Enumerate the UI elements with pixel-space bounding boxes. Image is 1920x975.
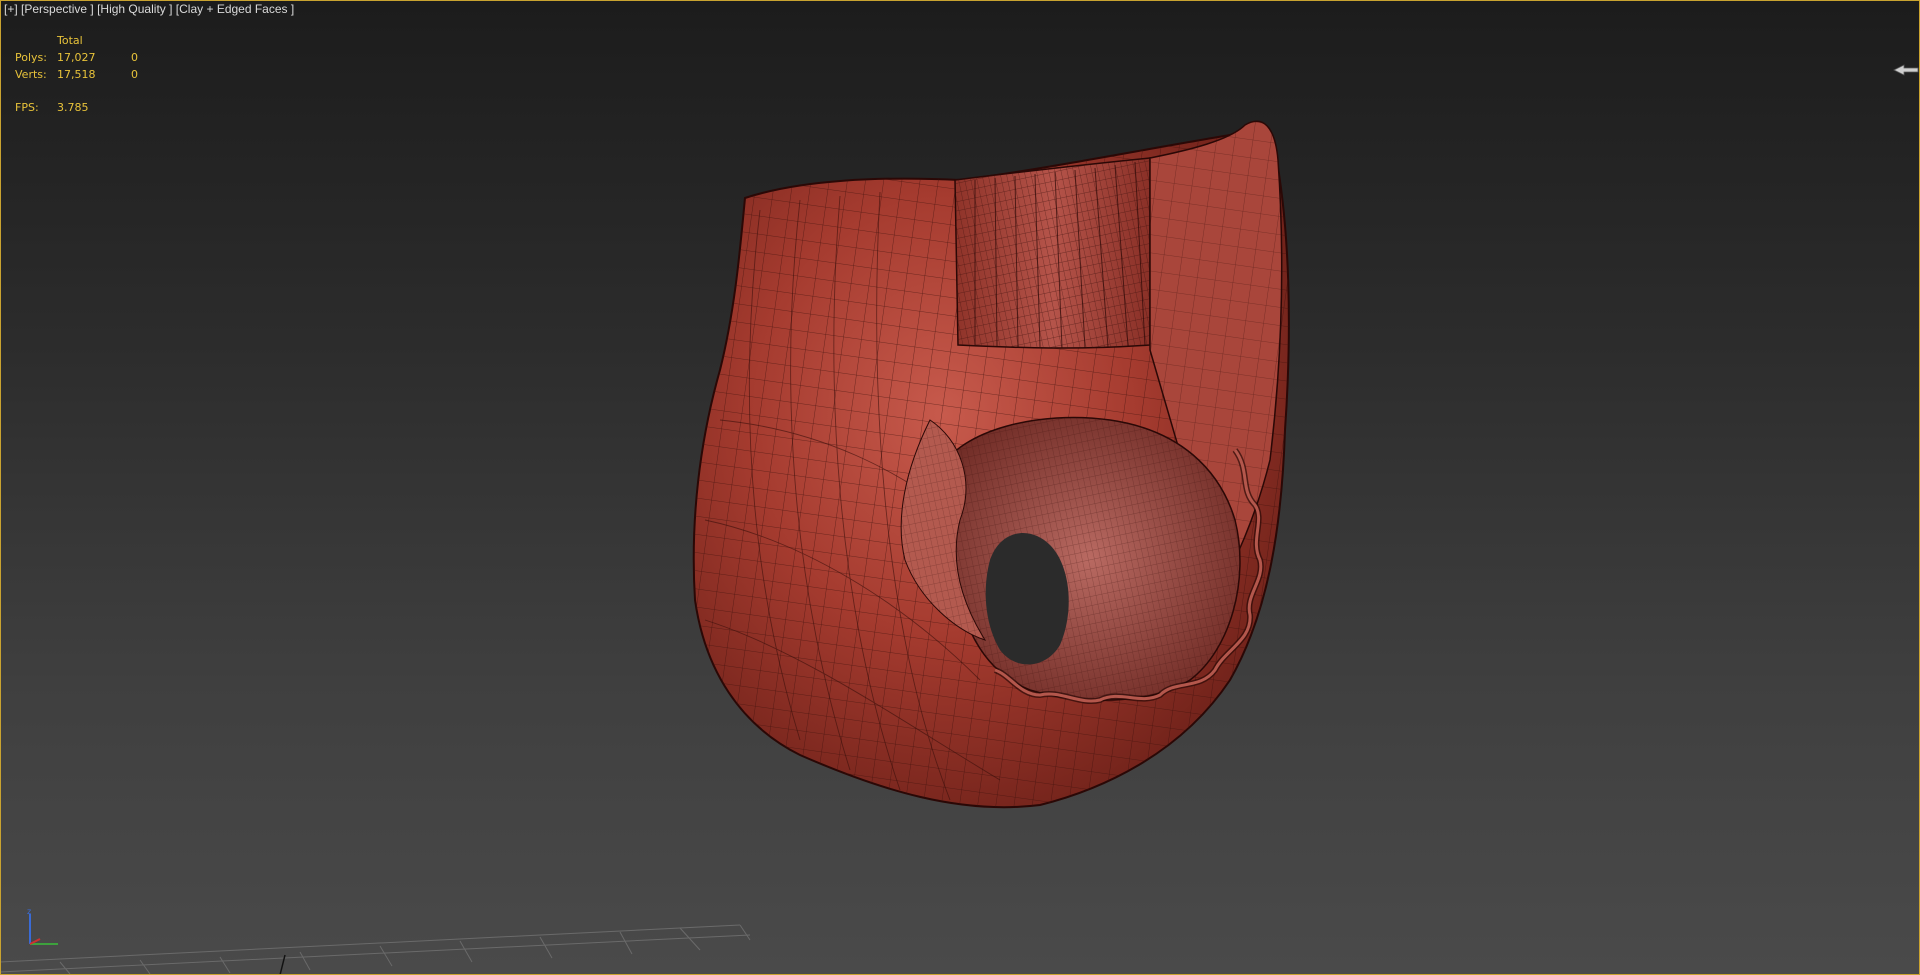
clay-mesh-model[interactable] [0, 0, 1920, 975]
svg-text:z: z [27, 908, 31, 916]
home-grid [0, 924, 751, 975]
viewcube-arrow-icon[interactable] [1892, 62, 1920, 78]
perspective-viewport[interactable]: [+] [Perspective ] [High Quality ] [Clay… [0, 0, 1920, 975]
axis-tripod-icon: z [27, 908, 58, 945]
